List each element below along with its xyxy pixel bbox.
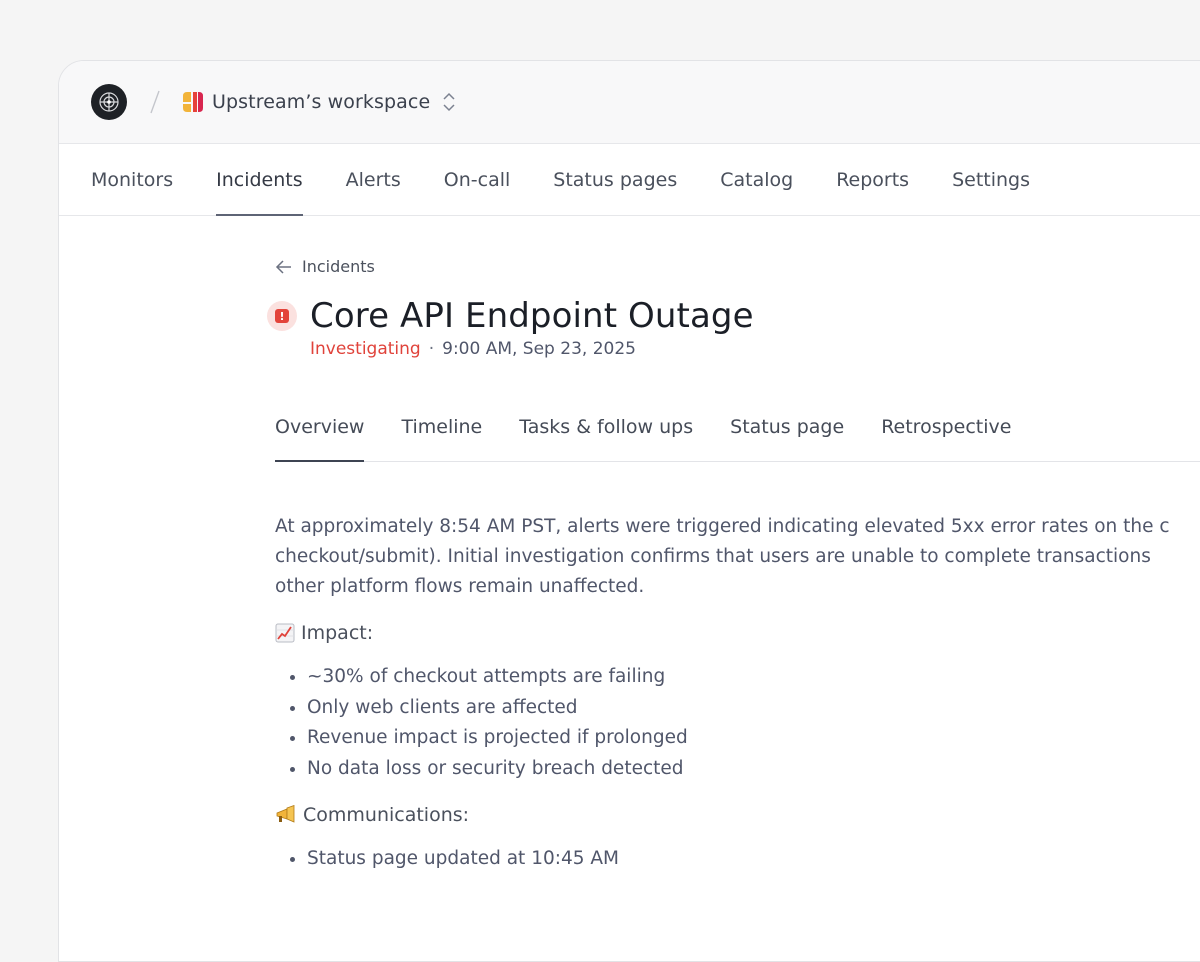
nav-item-incidents[interactable]: Incidents: [216, 144, 303, 216]
nav-item-reports[interactable]: Reports: [836, 144, 909, 215]
app-logo-icon[interactable]: [91, 84, 127, 120]
list-item: Revenue impact is projected if prolonged: [307, 723, 1200, 754]
tab-tasks-follow-ups[interactable]: Tasks & follow ups: [519, 414, 693, 461]
incident-summary: At approximately 8:54 AM PST, alerts wer…: [275, 512, 1200, 602]
chevron-up-down-icon: [442, 91, 456, 113]
nav-item-alerts[interactable]: Alerts: [346, 144, 401, 215]
incident-detail: Incidents ! Core API Endpoint Outage Inv…: [267, 257, 1200, 875]
nav-item-monitors[interactable]: Monitors: [91, 144, 173, 215]
alert-icon: !: [267, 301, 297, 331]
nav-item-catalog[interactable]: Catalog: [720, 144, 793, 215]
summary-line: other platform flows remain unaffected.: [275, 576, 645, 597]
list-item: No data loss or security breach detected: [307, 754, 1200, 785]
incident-timestamp: 9:00 AM, Sep 23, 2025: [442, 339, 636, 359]
impact-list: ~30% of checkout attempts are failing On…: [275, 662, 1200, 784]
meta-separator: ·: [428, 339, 435, 359]
list-item: Only web clients are affected: [307, 693, 1200, 724]
workspace-name: Upstream’s workspace: [212, 91, 431, 113]
megaphone-icon: [275, 805, 297, 825]
summary-line: checkout/submit). Initial investigation …: [275, 546, 1151, 567]
back-link[interactable]: Incidents: [275, 257, 375, 276]
nav-item-settings[interactable]: Settings: [952, 144, 1030, 215]
top-bar: Upstream’s workspace: [59, 61, 1200, 144]
main-nav: Monitors Incidents Alerts On-call Status…: [59, 144, 1200, 216]
incident-meta: Investigating · 9:00 AM, Sep 23, 2025: [310, 339, 1200, 359]
communications-heading-label: Communications:: [303, 804, 470, 826]
workspace-switcher[interactable]: Upstream’s workspace: [181, 90, 456, 114]
summary-line: At approximately 8:54 AM PST, alerts wer…: [275, 516, 1170, 537]
chart-increasing-icon: [275, 623, 295, 643]
impact-heading-label: Impact:: [301, 622, 374, 644]
workspace-logo-icon: [181, 90, 205, 114]
incident-title-row: ! Core API Endpoint Outage: [267, 296, 1200, 336]
nav-item-on-call[interactable]: On-call: [444, 144, 511, 215]
list-item: ~30% of checkout attempts are failing: [307, 662, 1200, 693]
tab-status-page[interactable]: Status page: [730, 414, 844, 461]
communications-heading: Communications:: [275, 804, 1200, 826]
incident-tabs: Overview Timeline Tasks & follow ups Sta…: [275, 414, 1200, 462]
impact-heading: Impact:: [275, 622, 1200, 644]
back-link-label: Incidents: [302, 257, 375, 276]
breadcrumb-separator: [149, 89, 161, 115]
tab-timeline[interactable]: Timeline: [401, 414, 482, 461]
communications-list: Status page updated at 10:45 AM: [275, 844, 1200, 875]
list-item: Status page updated at 10:45 AM: [307, 844, 1200, 875]
arrow-left-icon: [275, 259, 291, 274]
app-window: Upstream’s workspace Monitors Incidents …: [58, 60, 1200, 962]
tab-retrospective[interactable]: Retrospective: [881, 414, 1011, 461]
tab-overview[interactable]: Overview: [275, 414, 365, 462]
status-badge: Investigating: [310, 339, 421, 359]
page-title: Core API Endpoint Outage: [310, 296, 754, 336]
nav-item-status-pages[interactable]: Status pages: [553, 144, 677, 215]
